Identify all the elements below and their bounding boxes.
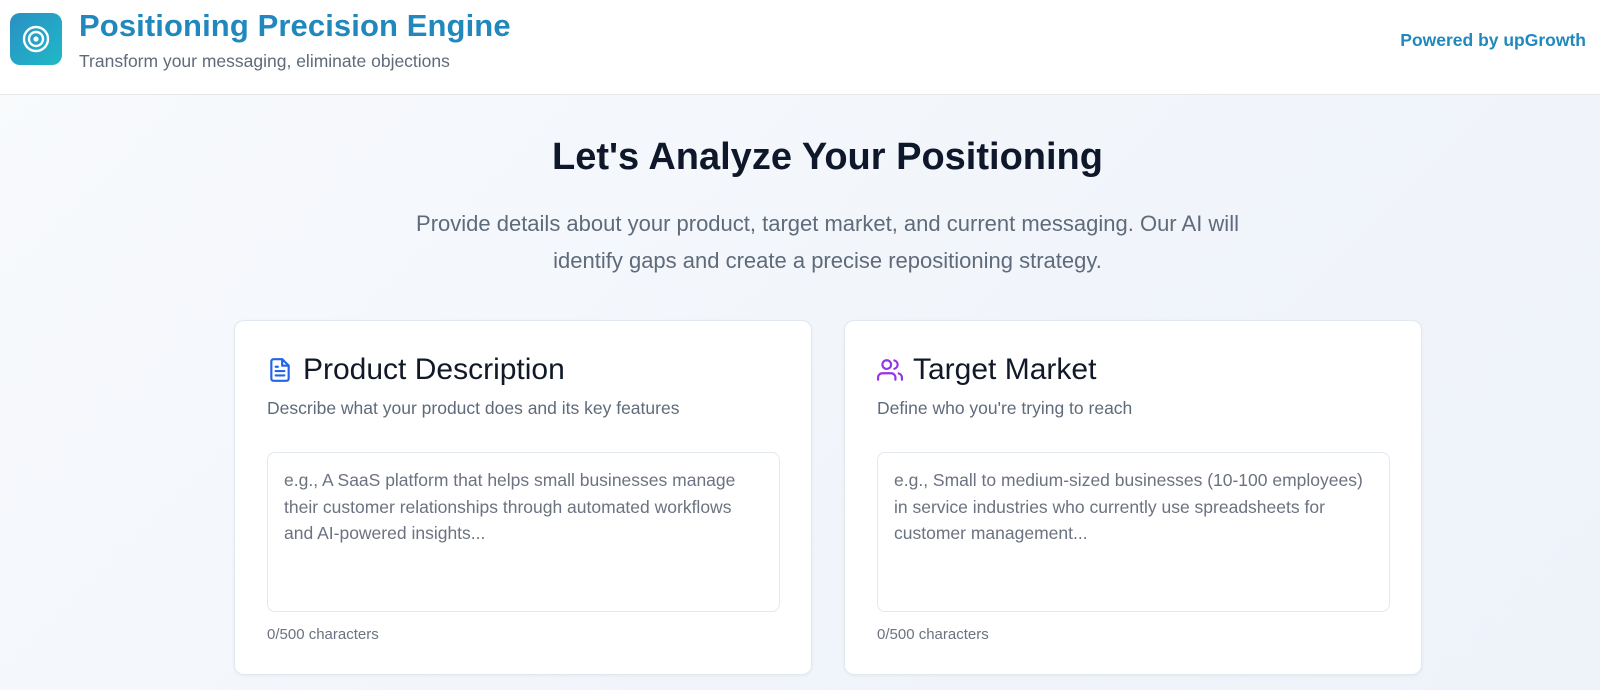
card-description: Describe what your product does and its … [267,398,680,418]
card-description: Define who you're trying to reach [877,398,1133,418]
app-title: Positioning Precision Engine [79,8,511,43]
character-count: 0/500 characters [877,626,989,643]
document-icon [267,357,293,383]
page-title: Let's Analyze Your Positioning [552,136,1103,178]
app-header: Positioning Precision Engine Transform y… [0,0,1600,95]
app-subtitle: Transform your messaging, eliminate obje… [79,51,450,71]
target-market-card: Target Market Define who you're trying t… [844,320,1422,675]
powered-by-link[interactable]: Powered by upGrowth [1400,30,1586,51]
product-description-card: Product Description Describe what your p… [234,320,812,675]
page-description: Provide details about your product, targ… [416,211,1239,273]
product-description-input[interactable] [267,452,780,612]
target-icon [10,13,62,65]
card-title: Product Description [303,353,565,386]
target-market-input[interactable] [877,452,1390,612]
users-icon [877,357,903,383]
character-count: 0/500 characters [267,626,379,643]
card-title: Target Market [913,353,1097,386]
